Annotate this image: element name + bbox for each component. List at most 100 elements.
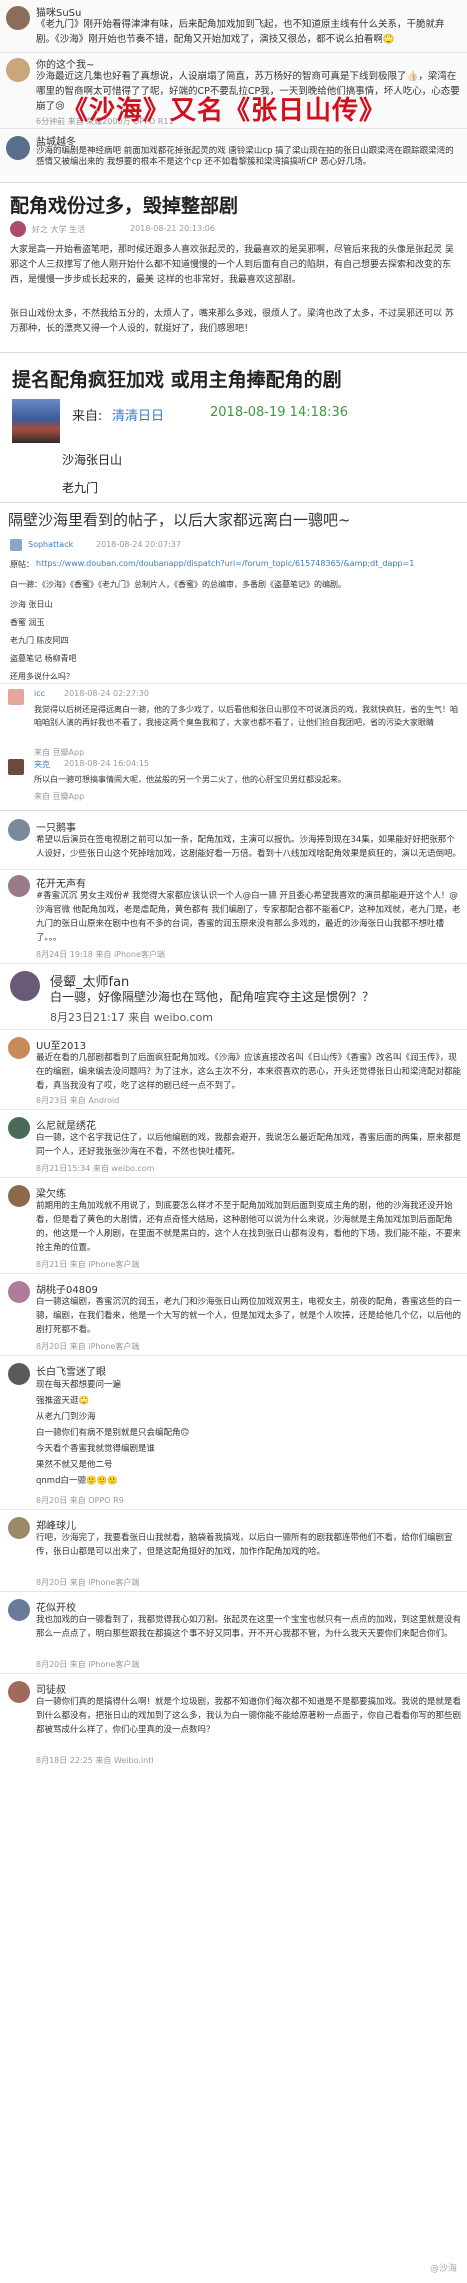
comment-username[interactable]: 一只鹅事	[36, 819, 76, 834]
reply-footer: 来自 豆瓣App	[34, 748, 85, 757]
avatar[interactable]	[8, 1517, 30, 1539]
reply-text: 我觉得以后树还是得远离白一骢，他的了多少戏了，以后看他和张日山那位不可说演员的戏…	[34, 705, 458, 727]
screenshot-collage: 猫咪SuSu 《老九门》刚开始看得津津有味，后来配角加戏加到飞起，也不知道原主线…	[0, 0, 467, 2283]
avatar[interactable]	[8, 1363, 30, 1385]
divider	[0, 869, 467, 870]
weibo-comments-section-2: 一只鹅事 希望以后演员在签电视剧之前可以加一条，配角加戏，主演可以报仇。沙海捧到…	[0, 810, 467, 2283]
comment-text: 最近在看的几部剧都看到了后面疯狂配角加戏。《沙海》应该直接改名叫《日山传》《香蜜…	[36, 1053, 461, 1091]
avatar[interactable]	[6, 6, 30, 30]
comment-text: 行吧，沙海完了，我要看张日山我就看，脑袋着我搞戏，以后白一骢所有的剧我都连带他们…	[36, 1533, 453, 1557]
divider	[0, 1591, 467, 1592]
reply-username[interactable]: icc	[34, 689, 45, 698]
comment-text: 沙海的编剧是神经病吧 前面加戏都花掉张起灵的戏 唐铃梁山cp 搞了梁山现在拍的张…	[36, 146, 454, 167]
comment-username[interactable]: 花似开校	[36, 1599, 76, 1614]
comment-meta: 8月20日 来自 iPhone客户端	[36, 1342, 140, 1351]
comment-username[interactable]: 长白飞雪迷了眼	[36, 1363, 106, 1378]
comment-text: 白一骢你们真的是搞得什么啊！就是个垃圾剧，我都不知道你们每次都不知道是不是都要搞…	[36, 1697, 461, 1735]
avatar[interactable]	[8, 819, 30, 841]
comment-meta: 8月20日 来自 iPhone客户端	[36, 1578, 140, 1587]
watermark: @沙海	[429, 2264, 457, 2274]
comment-meta: 8月21日 来自 iPhone客户端	[36, 1260, 140, 1269]
article-date: 2018-08-21 20:13:06	[130, 224, 215, 233]
avatar[interactable]	[10, 971, 40, 1001]
overlay-title: 《沙海》又名《张日山传》	[62, 96, 387, 126]
comment-meta: 8月21日15:34 来自 weibo.com	[36, 1164, 155, 1173]
avatar[interactable]	[10, 539, 22, 551]
thread-question: 还用多说什么吗？	[10, 672, 74, 681]
post-datetime: 2018-08-19 14:18:36	[210, 405, 349, 420]
thread-list-item: 盗墓笔记 杨柳青吧	[10, 654, 77, 663]
divider	[0, 128, 467, 129]
comment-username[interactable]: 侵颦_太师fan	[50, 971, 129, 990]
comment-username[interactable]: 胡桃子04809	[36, 1281, 98, 1296]
comment-username[interactable]: UU至2013	[36, 1037, 86, 1052]
avatar[interactable]	[8, 1117, 30, 1139]
comment-text: 希望以后演员在签电视剧之前可以加一条，配角加戏，主演可以报仇。沙海捧到现在34集…	[36, 835, 461, 859]
thread-date: 2018-08-24 20:07:37	[96, 540, 181, 549]
weibo-comments-section-1: 猫咪SuSu 《老九门》刚开始看得津津有味，后来配角加戏加到飞起，也不知道原主线…	[0, 0, 467, 176]
comment-meta: 8月23日21:17 来自 weibo.com	[50, 1011, 214, 1024]
comment-meta: 8月20日 来自 iPhone客户端	[36, 1660, 140, 1669]
avatar[interactable]	[6, 58, 30, 82]
source-link[interactable]: 清清日日	[112, 405, 164, 424]
avatar[interactable]	[8, 689, 24, 705]
thread-headline: 隔壁沙海里看到的帖子，以后大家都远离白一骢吧~	[8, 511, 351, 529]
divider	[0, 52, 467, 53]
avatar[interactable]	[8, 875, 30, 897]
comment-username[interactable]: 花开无声有	[36, 875, 86, 890]
reply-username[interactable]: 夹克	[34, 759, 50, 770]
comment-text: 我也加戏的白一骢看到了，我都觉得我心如刀割。张起灵在这里一个宝宝也就只有一点点的…	[36, 1615, 461, 1639]
comment-text: 白一骢，好像隔壁沙海也在骂他，配角喧宾夺主这是惯例？？	[50, 990, 375, 1004]
avatar[interactable]	[8, 1037, 30, 1059]
avatar[interactable]	[8, 1281, 30, 1303]
comment-username[interactable]: 郑峰球儿	[36, 1517, 76, 1532]
divider	[0, 1355, 467, 1356]
thread-list-item: 老九门 陈皮阿四	[10, 636, 69, 645]
comment-text: 《老九门》刚开始看得津津有味，后来配角加戏加到飞起，也不知道原主线有什么关系，干…	[36, 19, 445, 45]
avatar[interactable]	[8, 759, 24, 775]
comment-meta: 8月23日 来自 Android	[36, 1096, 120, 1105]
douban-thread-section: 隔壁沙海里看到的帖子，以后大家都远离白一骢吧~ Sophattack 2018-…	[0, 502, 467, 804]
article-section: 配角戏份过多，毁掉整部剧 好之 大学 生活 2018-08-21 20:13:0…	[0, 182, 467, 352]
avatar[interactable]	[8, 1185, 30, 1207]
post-line: 沙海张日山	[62, 453, 123, 467]
thread-list-item: 沙海 张日山	[10, 600, 53, 609]
original-post-link[interactable]: https://www.douban.com/doubanapp/dispatc…	[36, 559, 414, 568]
source-label: 来自:	[72, 409, 103, 424]
divider	[0, 1109, 467, 1110]
reply-footer: 来自 豆瓣App	[34, 792, 85, 801]
avatar[interactable]	[8, 1681, 30, 1703]
post-thumbnail[interactable]	[12, 399, 60, 443]
article-title: 配角戏份过多，毁掉整部剧	[10, 195, 239, 217]
article-paragraph: 大家是高一开始看盗笔吧，那时候还跟多人喜欢张起灵的，我最喜欢的是吴邪啊，尽管后来…	[10, 245, 454, 285]
comment-username[interactable]: 么尼就是绣花	[36, 1117, 96, 1132]
thread-list-item: 香蜜 润玉	[10, 618, 45, 627]
comment-text: 白一骢这编剧，香蜜沉沉的润玉，老九门和沙海张日山两位加戏双男主，电视女主，前夜的…	[36, 1297, 461, 1335]
divider	[0, 683, 467, 684]
post-line: 老九门	[62, 481, 99, 495]
divider	[0, 963, 467, 964]
comment-text: 白一骢，这个名字我记住了，以后他编剧的戏，我都会避开，我说怎么最近配角加戏，香蜜…	[36, 1133, 461, 1157]
forum-post-section: 提名配角疯狂加戏 或用主角捧配角的剧 来自: 清清日日 2018-08-19 1…	[0, 352, 467, 502]
article-author[interactable]: 好之 大学 生活	[32, 224, 85, 235]
divider	[0, 1029, 467, 1030]
comment-meta: 8月18日 22:25 来自 Weibo.intl	[36, 1756, 154, 1765]
thread-intro: 白一骢：《沙海》《香蜜》《老九门》总制片人，《香蜜》的总编审，多番剧《盗墓笔记》…	[10, 580, 346, 589]
comment-meta: 8月24日 19:18 来自 iPhone客户端	[36, 950, 165, 959]
reply-date: 2018-08-24 02:27:30	[64, 689, 149, 698]
article-paragraph: 张日山戏份太多，不然我给五分的，太烦人了，嘴来那么多戏，很烦人了。梁湾也改了太多…	[10, 309, 454, 334]
reply-text: 所以白一骢可想搞事情闹大呢，他盆般的另一个男二火了，他的心肝宝贝男红都没起来。	[34, 775, 346, 784]
reply-date: 2018-08-24 16:04:15	[64, 759, 149, 768]
avatar[interactable]	[8, 1599, 30, 1621]
post-headline: 提名配角疯狂加戏 或用主角捧配角的剧	[12, 369, 342, 391]
divider	[0, 1177, 467, 1178]
comment-text: #香蜜沉沉 男女主戏份# 我觉得大家都应该认识一个人@白一骢 开且委心希望我喜欢…	[36, 891, 461, 943]
avatar[interactable]	[6, 136, 30, 160]
comment-text: 现在每天都想要问一遍 强推盗天逛🙄 从老九门到沙海 白一骢你们有病不是别就是只会…	[36, 1380, 190, 1486]
avatar[interactable]	[10, 221, 26, 237]
thread-author[interactable]: Sophattack	[28, 540, 73, 549]
comment-username[interactable]: 梁欠练	[36, 1185, 66, 1200]
comment-text: 前期用的主角加戏就不用说了，到底要怎么样才不至于配角加戏加到后面到变成主角的剧，…	[36, 1201, 461, 1253]
comment-username[interactable]: 司徒叔	[36, 1681, 66, 1696]
comment-meta: 8月20日 来自 OPPO R9	[36, 1496, 124, 1505]
